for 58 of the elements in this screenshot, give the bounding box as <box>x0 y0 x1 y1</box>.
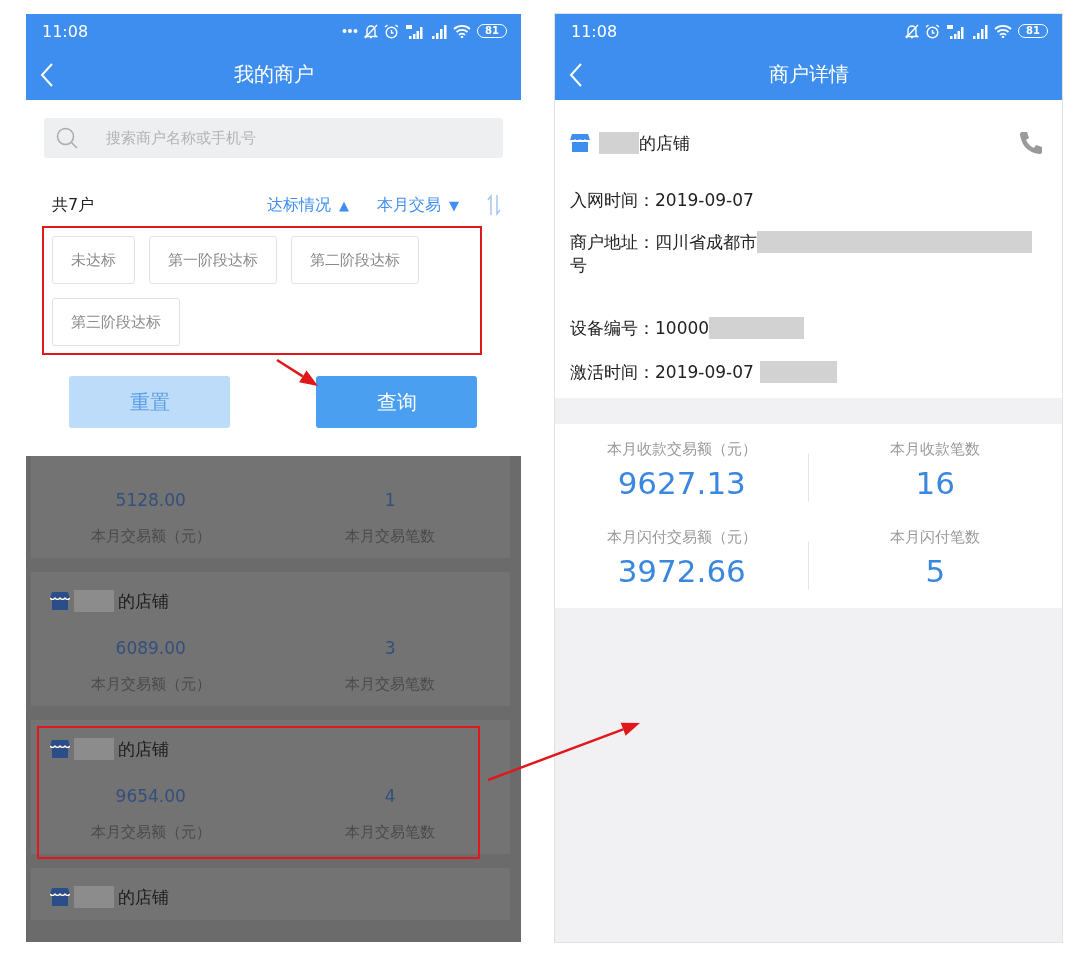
info-text: 商户地址：四川省成都市 <box>570 230 757 254</box>
phone-icon[interactable] <box>1018 130 1044 156</box>
stat-value: 4 <box>383 785 397 808</box>
shop-name: 的店铺 <box>118 885 169 909</box>
stat-value: 16 <box>915 464 955 503</box>
bell-off-icon <box>905 23 920 39</box>
store-icon <box>50 592 70 610</box>
stat-value: 9627.13 <box>617 464 746 503</box>
search-field[interactable]: 搜索商户名称或手机号 <box>44 118 503 158</box>
stat-value: 1 <box>383 489 397 512</box>
screen-title: 我的商户 <box>233 60 314 88</box>
stat-value: 3 <box>383 637 397 660</box>
hd-signal-icon <box>405 23 426 39</box>
stat-value: 3972.66 <box>617 552 746 591</box>
stat-value: 6089.00 <box>114 637 187 660</box>
signal-icon <box>972 23 989 39</box>
signal-icon <box>431 23 448 39</box>
reset-button[interactable]: 重置 <box>69 376 230 428</box>
merchant-count: 共7户 <box>52 194 96 216</box>
shop-name: 的店铺 <box>639 131 691 155</box>
bell-off-icon <box>364 23 379 39</box>
stat-value: 5128.00 <box>114 489 187 512</box>
query-button[interactable]: 查询 <box>316 376 477 428</box>
stat-label: 本月收款笔数 <box>890 439 981 460</box>
sort-dropdown[interactable]: 达标情况 ▲ <box>267 194 349 216</box>
info-text: 入网时间：2019-09-07 <box>570 188 754 212</box>
shop-name: 的店铺 <box>118 589 169 613</box>
wifi-icon <box>994 24 1013 38</box>
filter-chip[interactable]: 未达标 <box>52 236 135 284</box>
screen-title: 商户详情 <box>768 60 849 88</box>
alarm-clock-icon <box>925 23 941 39</box>
stat-value: 9654.00 <box>114 785 187 808</box>
back-icon[interactable] <box>569 63 583 87</box>
status-time: 11:08 <box>42 21 90 41</box>
store-icon <box>50 740 70 758</box>
hd-signal-icon <box>946 23 967 39</box>
shop-name: 的店铺 <box>118 737 169 761</box>
info-text: 号 <box>570 254 588 276</box>
filter-chip[interactable]: 第一阶段达标 <box>149 236 277 284</box>
info-text: 设备编号：10000 <box>570 316 710 340</box>
annotation-arrow <box>276 358 318 386</box>
alarm-clock-icon <box>384 23 400 39</box>
search-icon <box>56 127 78 149</box>
stat-value: 5 <box>925 552 946 591</box>
shop-card[interactable]: 的店铺 <box>31 868 510 920</box>
status-time: 11:08 <box>571 21 619 41</box>
stat-label: 本月收款交易额（元） <box>606 439 757 460</box>
stat-label: 本月闪付交易额（元） <box>606 527 757 548</box>
back-icon[interactable] <box>40 63 54 87</box>
filter-chip[interactable]: 第二阶段达标 <box>291 236 419 284</box>
wifi-icon <box>453 24 472 38</box>
info-text: 激活时间：2019-09-07 <box>570 360 754 384</box>
store-icon <box>570 134 590 152</box>
sort-icon[interactable] <box>487 194 501 216</box>
sort-dropdown[interactable]: 本月交易 ▼ <box>377 194 459 216</box>
stat-label: 本月闪付笔数 <box>890 527 981 548</box>
filter-chip[interactable]: 第三阶段达标 <box>52 298 180 346</box>
store-icon <box>50 888 70 906</box>
